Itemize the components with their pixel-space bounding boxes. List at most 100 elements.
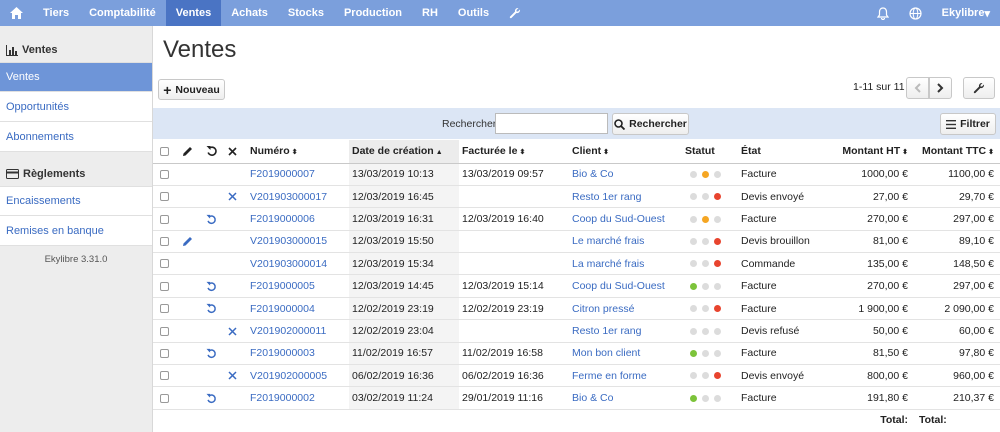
status-indicator <box>690 372 721 380</box>
row-checkbox[interactable] <box>160 192 169 202</box>
table-row: V201903000015 12/03/2019 15:50 Le marché f… <box>153 230 1000 254</box>
edit-cell <box>179 230 203 254</box>
filter-button[interactable]: Filtrer <box>940 113 996 135</box>
client-link[interactable]: Resto 1er rang <box>569 319 682 343</box>
top-navbar: Tiers Comptabilité Ventes Achats Stocks … <box>0 0 1000 26</box>
row-checkbox[interactable] <box>160 326 169 336</box>
numero-link[interactable]: F2019000005 <box>247 274 349 298</box>
status-dot-green <box>690 215 697 223</box>
row-checkbox[interactable] <box>160 304 169 314</box>
pencil-icon[interactable] <box>182 236 193 247</box>
row-checkbox[interactable] <box>160 349 169 359</box>
client-link[interactable]: Le marché frais <box>569 230 682 254</box>
client-link[interactable]: Mon bon client <box>569 342 682 366</box>
bell-icon[interactable] <box>867 0 899 26</box>
close-icon[interactable] <box>228 371 237 380</box>
new-button[interactable]: + Nouveau <box>158 79 225 100</box>
numero-link[interactable]: V201902000011 <box>247 319 349 343</box>
undo-icon[interactable] <box>206 281 217 292</box>
row-checkbox[interactable] <box>160 281 169 291</box>
undo-icon[interactable] <box>206 348 217 359</box>
undo-icon[interactable] <box>206 214 217 225</box>
undo-cell <box>203 386 225 410</box>
client-link[interactable]: Bio & Co <box>569 163 682 186</box>
client-link[interactable]: Coop du Sud-Ouest <box>569 274 682 298</box>
numero-link[interactable]: F2019000004 <box>247 297 349 321</box>
nav-rh[interactable]: RH <box>412 0 448 26</box>
search-button[interactable]: Rechercher <box>612 113 689 135</box>
row-checkbox[interactable] <box>160 214 169 224</box>
row-checkbox[interactable] <box>160 371 169 381</box>
sidebar-item-abonnements[interactable]: Abonnements <box>0 122 152 152</box>
col-header-numero[interactable]: Numéro ⬍ <box>247 140 349 164</box>
montant-ttc-cell: 297,00 € <box>911 207 1000 231</box>
status-dot-orange <box>702 327 709 335</box>
select-all-cell <box>153 140 179 164</box>
select-all-checkbox[interactable] <box>160 146 169 156</box>
client-link[interactable]: Resto 1er rang <box>569 185 682 209</box>
wrench-icon[interactable] <box>499 0 531 26</box>
undo-cell <box>203 274 225 298</box>
plus-icon: + <box>163 81 172 98</box>
status-cell <box>682 230 738 254</box>
row-checkbox[interactable] <box>160 259 169 269</box>
numero-link[interactable]: F2019000007 <box>247 163 349 186</box>
client-link[interactable]: La marché frais <box>569 252 682 276</box>
total-ttc-label: Total: <box>919 414 947 427</box>
numero-link[interactable]: F2019000006 <box>247 207 349 231</box>
status-cell <box>682 163 738 186</box>
row-checkbox[interactable] <box>160 393 169 403</box>
numero-link[interactable]: V201903000017 <box>247 185 349 209</box>
numero-link[interactable]: V201902000005 <box>247 364 349 388</box>
undo-cell <box>203 230 225 254</box>
nav-production[interactable]: Production <box>334 0 412 26</box>
user-menu[interactable]: Ekylibre ▾ <box>932 0 1000 26</box>
date-creation-cell: 12/03/2019 16:31 <box>349 207 459 231</box>
col-header-client[interactable]: Client ⬍ <box>569 140 682 164</box>
numero-link[interactable]: F2019000002 <box>247 386 349 410</box>
row-select-cell <box>153 252 179 276</box>
globe-icon[interactable] <box>899 0 932 26</box>
client-link[interactable]: Coop du Sud-Ouest <box>569 207 682 231</box>
nav-outils[interactable]: Outils <box>448 0 499 26</box>
numero-link[interactable]: V201903000015 <box>247 230 349 254</box>
numero-link[interactable]: V201903000014 <box>247 252 349 276</box>
client-link[interactable]: Citron pressé <box>569 297 682 321</box>
date-creation-cell: 06/02/2019 16:36 <box>349 364 459 388</box>
nav-achats[interactable]: Achats <box>221 0 278 26</box>
col-header-date-creation[interactable]: Date de création ▲ <box>349 140 459 164</box>
home-icon[interactable] <box>0 0 33 26</box>
row-checkbox[interactable] <box>160 237 169 247</box>
close-icon[interactable] <box>228 327 237 336</box>
search-input[interactable] <box>495 113 608 134</box>
client-link[interactable]: Bio & Co <box>569 386 682 410</box>
sidebar-item-opportunites[interactable]: Opportunités <box>0 92 152 122</box>
numero-link[interactable]: F2019000003 <box>247 342 349 366</box>
table-row: F2019000006 12/03/2019 16:31 12/03/2019 16… <box>153 207 1000 231</box>
col-header-montant-ht[interactable]: Montant HT ⬍ <box>829 140 911 164</box>
col-header-label: Numéro <box>250 145 290 158</box>
row-checkbox[interactable] <box>160 169 169 179</box>
status-dot-orange <box>702 305 709 313</box>
close-icon[interactable] <box>228 192 237 201</box>
sidebar-item-ventes[interactable]: Ventes <box>0 62 152 92</box>
etat-cell: Devis brouillon <box>738 230 829 254</box>
undo-icon[interactable] <box>206 303 217 314</box>
facturee-cell: 12/03/2019 15:14 <box>459 274 569 298</box>
nav-ventes[interactable]: Ventes <box>165 0 222 26</box>
col-header-montant-ttc[interactable]: Montant TTC ⬍ <box>911 140 1000 164</box>
montant-ttc-cell: 210,37 € <box>911 386 1000 410</box>
nav-tiers[interactable]: Tiers <box>33 0 79 26</box>
undo-icon[interactable] <box>206 393 217 404</box>
sidebar-item-encaissements[interactable]: Encaissements <box>0 186 152 216</box>
prev-page-button[interactable] <box>906 77 929 99</box>
table-row: F2019000002 03/02/2019 11:24 29/01/2019 11… <box>153 386 1000 410</box>
nav-comptabilite[interactable]: Comptabilité <box>79 0 166 26</box>
sidebar-item-remises-en-banque[interactable]: Remises en banque <box>0 216 152 246</box>
col-header-facturee[interactable]: Facturée le ⬍ <box>459 140 569 164</box>
settings-button[interactable] <box>963 77 995 99</box>
next-page-button[interactable] <box>929 77 952 99</box>
montant-ttc-cell: 97,80 € <box>911 342 1000 366</box>
client-link[interactable]: Ferme en forme <box>569 364 682 388</box>
nav-stocks[interactable]: Stocks <box>278 0 334 26</box>
